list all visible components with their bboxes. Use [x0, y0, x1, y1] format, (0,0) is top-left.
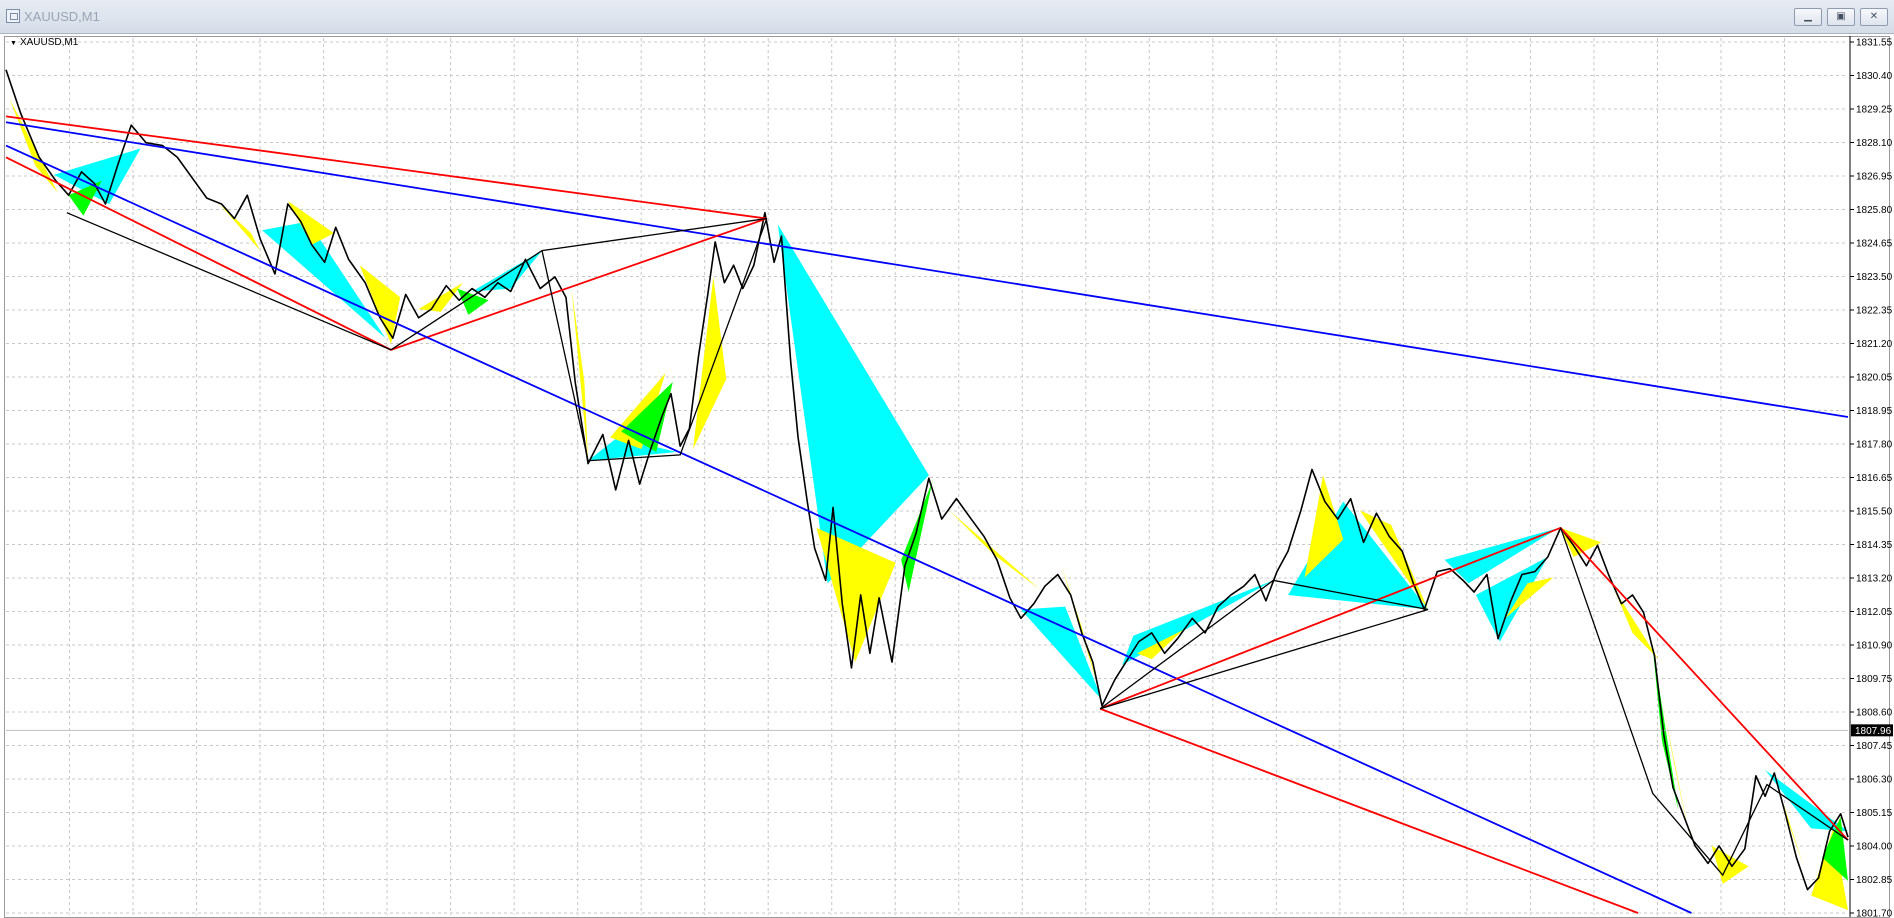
price-series-line — [5, 69, 1849, 891]
pattern-fill — [777, 224, 929, 584]
y-tick-label: 1828.10 — [1856, 138, 1893, 149]
y-tick-label: 1825.80 — [1856, 205, 1893, 216]
y-tick-label: 1816.65 — [1856, 473, 1893, 484]
y-tick-label: 1830.40 — [1856, 71, 1893, 82]
pattern-fill — [1560, 527, 1602, 558]
pattern-fill — [219, 203, 261, 251]
trendline[interactable] — [1560, 527, 1849, 877]
y-tick-label: 1814.35 — [1856, 540, 1893, 551]
caret-down-icon[interactable]: ▼ — [10, 40, 17, 47]
trendline[interactable] — [1559, 527, 1849, 841]
y-tick-label: 1810.90 — [1856, 641, 1893, 652]
current-price-label: 1807.96 — [1855, 726, 1892, 737]
price-chart[interactable]: 1831.55 1830.40 1829.25 1828.10 1826.95 1825.… — [0, 0, 1894, 918]
trendline[interactable] — [5, 121, 1849, 418]
y-tick-label: 1815.50 — [1856, 507, 1893, 518]
y-tick-label: 1813.20 — [1856, 574, 1893, 585]
y-tick-label: 1808.60 — [1856, 708, 1893, 719]
y-tick-label: 1809.75 — [1856, 674, 1893, 685]
y-tick-label: 1818.95 — [1856, 406, 1893, 417]
y-tick-label: 1826.95 — [1856, 172, 1893, 183]
y-tick-label: 1831.55 — [1856, 38, 1893, 49]
y-tick-label: 1807.45 — [1856, 741, 1893, 752]
pattern-fill — [457, 288, 489, 315]
y-tick-label: 1804.00 — [1856, 842, 1893, 853]
y-tick-label: 1822.35 — [1856, 306, 1893, 317]
y-tick-label: 1805.15 — [1856, 808, 1893, 819]
symbol-label: ▼ XAUUSD,M1 — [10, 37, 78, 48]
y-tick-label: 1821.20 — [1856, 339, 1893, 350]
trendline[interactable] — [5, 144, 1692, 914]
pattern-fill — [949, 510, 1040, 590]
y-tick-label: 1820.05 — [1856, 373, 1893, 384]
y-tick-label: 1812.05 — [1856, 607, 1893, 618]
trendline[interactable] — [1099, 707, 1639, 914]
y-tick-label: 1823.50 — [1856, 272, 1893, 283]
y-tick-label: 1806.30 — [1856, 775, 1893, 786]
symbol-text: XAUUSD,M1 — [19, 37, 79, 48]
y-tick-label: 1801.70 — [1856, 909, 1893, 918]
y-tick-label: 1824.65 — [1856, 239, 1893, 250]
y-tick-label: 1802.85 — [1856, 875, 1893, 886]
y-tick-label: 1817.80 — [1856, 440, 1893, 451]
y-tick-label: 1829.25 — [1856, 105, 1893, 116]
